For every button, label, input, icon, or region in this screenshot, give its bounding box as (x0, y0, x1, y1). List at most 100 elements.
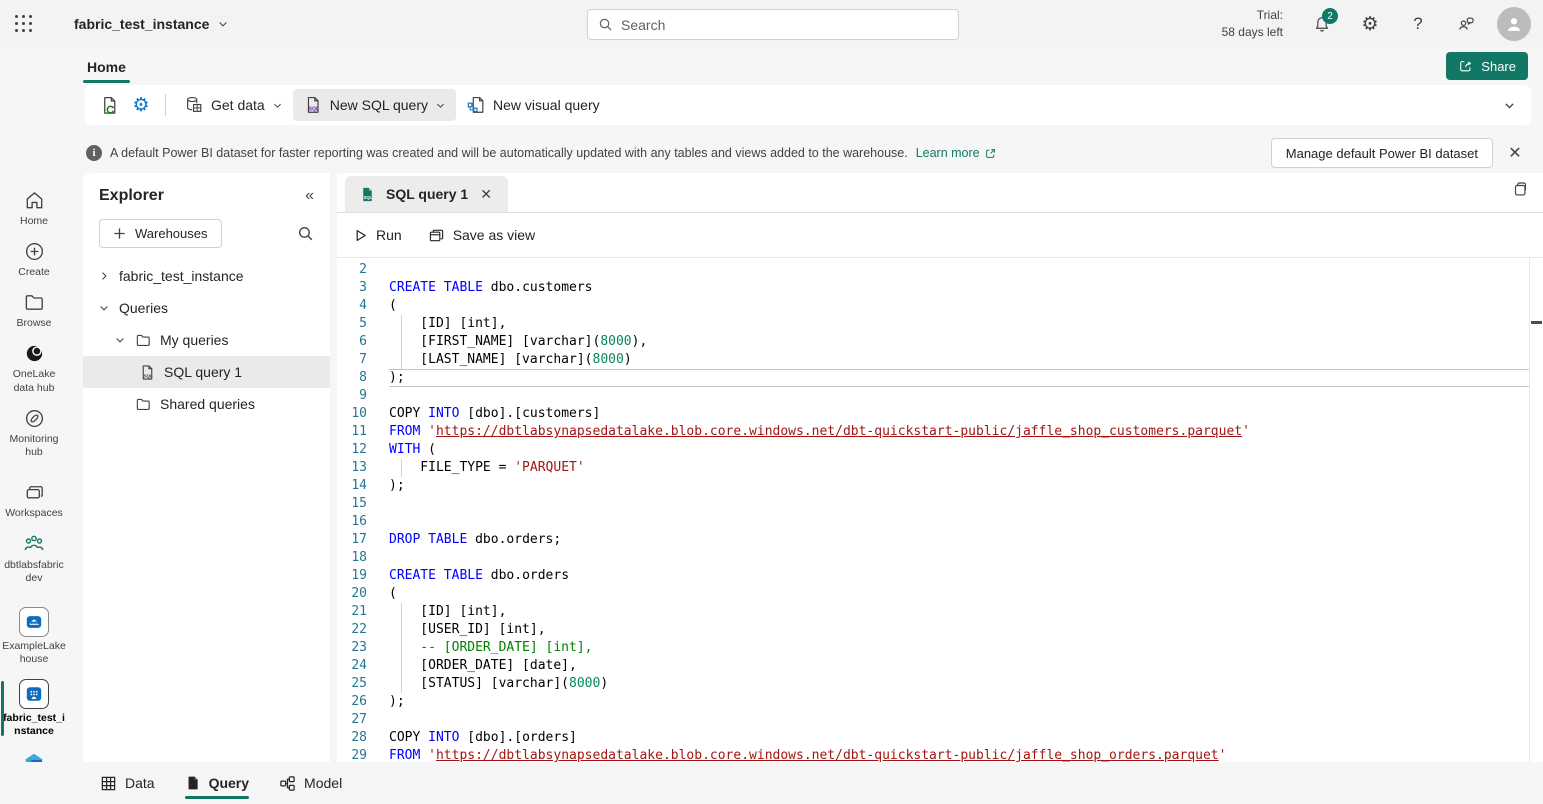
run-button[interactable]: Run (353, 227, 402, 243)
new-visual-query-button[interactable]: New visual query (456, 89, 610, 121)
help-button[interactable]: ? (1401, 7, 1435, 41)
refresh-button[interactable] (93, 89, 125, 121)
code-line[interactable]: [ID] [int], (389, 315, 1529, 333)
get-data-button[interactable]: Get data (174, 89, 293, 121)
code-line[interactable]: CREATE TABLE dbo.customers (389, 279, 1529, 297)
global-search[interactable] (587, 9, 959, 40)
tree-node-my-queries[interactable]: My queries (83, 324, 330, 356)
code-line[interactable]: WITH ( (389, 441, 1529, 459)
rail-item-dbtlabsfabricdev[interactable]: dbtlabsfabricdev (1, 526, 67, 591)
collapse-panel-icon[interactable]: « (305, 187, 314, 205)
code-line[interactable]: [STATUS] [varchar](8000) (389, 675, 1529, 693)
app-launcher-button[interactable] (0, 0, 48, 48)
rail-item-onelake-data-hub[interactable]: OneLake data hub (1, 336, 67, 400)
line-number: 16 (337, 513, 381, 531)
add-warehouses-button[interactable]: Warehouses (99, 219, 222, 248)
tree-node-queries[interactable]: Queries (83, 292, 330, 324)
code-line[interactable] (389, 513, 1529, 531)
code-line[interactable]: FROM 'https://dbtlabsynapsedatalake.blob… (389, 747, 1529, 762)
rail-item-monitoring-hub[interactable]: Monitoring hub (1, 401, 67, 465)
code-line[interactable]: CREATE TABLE dbo.orders (389, 567, 1529, 585)
code-line[interactable]: [USER_ID] [int], (389, 621, 1529, 639)
view-tab-data[interactable]: Data (100, 762, 155, 804)
editor-scrollbar[interactable] (1529, 258, 1543, 762)
svg-text:SQL: SQL (308, 106, 318, 112)
code-line[interactable] (389, 387, 1529, 405)
feedback-button[interactable] (1449, 7, 1483, 41)
close-tab-icon[interactable]: ✕ (478, 186, 494, 203)
line-number: 11 (337, 423, 381, 441)
line-number: 15 (337, 495, 381, 513)
sql-code-editor[interactable]: 2345678910111213141516171819202122232425… (337, 258, 1543, 762)
manage-dataset-button[interactable]: Manage default Power BI dataset (1271, 138, 1493, 168)
code-line[interactable]: ); (389, 477, 1529, 495)
rail-item-examplelakehouse[interactable]: ExampleLakehouse (1, 601, 67, 672)
model-diagram-icon (279, 775, 296, 792)
rail-item-create[interactable]: Create (1, 234, 67, 285)
settings-button[interactable]: ⚙ (1353, 7, 1387, 41)
code-line[interactable] (389, 495, 1529, 513)
search-input[interactable] (621, 17, 948, 33)
banner-close-icon[interactable]: ✕ (1501, 139, 1529, 167)
folder-icon (135, 396, 152, 413)
rail-item-home[interactable]: Home (1, 183, 67, 234)
tree-node-shared-queries[interactable]: Shared queries (83, 388, 330, 420)
save-as-view-button[interactable]: Save as view (428, 227, 535, 244)
cursor-position-marker (1531, 321, 1542, 324)
share-label: Share (1481, 59, 1516, 74)
external-link-icon (984, 147, 997, 160)
account-avatar[interactable] (1497, 7, 1531, 41)
copy-button[interactable] (1511, 181, 1529, 199)
view-tab-query[interactable]: Query (185, 762, 249, 804)
code-line[interactable]: ); (389, 693, 1529, 711)
workspace-switcher[interactable]: fabric_test_instance (74, 16, 229, 32)
line-number: 12 (337, 441, 381, 459)
code-line[interactable]: [FIRST_NAME] [varchar](8000), (389, 333, 1529, 351)
code-line[interactable]: [ORDER_DATE] [date], (389, 657, 1529, 675)
monitoring-icon (23, 407, 46, 430)
toolbar-divider (165, 94, 166, 116)
code-line[interactable] (389, 549, 1529, 567)
code-line[interactable]: DROP TABLE dbo.orders; (389, 531, 1529, 549)
tab-sql-query-1[interactable]: SQL SQL query 1 ✕ (345, 176, 508, 212)
code-line[interactable]: ( (389, 585, 1529, 603)
explorer-search-icon[interactable] (297, 225, 314, 242)
new-sql-query-button[interactable]: SQL New SQL query (293, 89, 456, 121)
tab-home[interactable]: Home (85, 53, 128, 81)
editor-code[interactable]: CREATE TABLE dbo.customers( [ID] [int], … (381, 258, 1529, 762)
rail-item-browse[interactable]: Browse (1, 285, 67, 336)
notifications-button[interactable]: 2 (1305, 7, 1339, 41)
gear-icon: ⚙ (1361, 15, 1378, 34)
work-area: Explorer « Warehouses fabric_test_in (68, 173, 1543, 762)
code-line[interactable]: -- [ORDER_DATE] [int], (389, 639, 1529, 657)
line-number: 28 (337, 729, 381, 747)
chevron-down-icon (97, 302, 111, 314)
code-line[interactable]: FROM 'https://dbtlabsynapsedatalake.blob… (389, 423, 1529, 441)
code-line[interactable]: ); (389, 369, 1529, 387)
rail-item-workspaces[interactable]: Workspaces (1, 475, 67, 526)
rail-item-fabric-test-instance[interactable]: fabric_test_instance (1, 673, 67, 744)
code-line[interactable]: COPY INTO [dbo].[orders] (389, 729, 1529, 747)
code-line[interactable]: [ID] [int], (389, 603, 1529, 621)
code-line[interactable]: FILE_TYPE = 'PARQUET' (389, 459, 1529, 477)
code-line[interactable] (389, 261, 1529, 279)
fabric-app: fabric_test_instance Trial: 58 days left… (0, 0, 1543, 804)
code-line[interactable]: ( (389, 297, 1529, 315)
ribbon-collapse-button[interactable] (1497, 93, 1521, 117)
workspace-people-icon (22, 532, 46, 556)
learn-more-link[interactable]: Learn more (916, 146, 997, 160)
sql-file-icon: SQL (139, 364, 156, 381)
view-tab-model[interactable]: Model (279, 762, 342, 804)
rail-item-data-warehouse[interactable]: Data Warehouse (1, 744, 67, 762)
code-line[interactable]: COPY INTO [dbo].[customers] (389, 405, 1529, 423)
share-icon (1458, 58, 1474, 74)
tree-node-sql-query-1[interactable]: SQL SQL query 1 (83, 356, 330, 388)
share-button[interactable]: Share (1446, 52, 1528, 80)
warehouse-settings-button[interactable]: ⚙ (125, 89, 157, 121)
svg-text:SQL: SQL (144, 373, 153, 378)
new-sql-query-label: New SQL query (330, 97, 428, 113)
tree-node-warehouse[interactable]: fabric_test_instance (83, 260, 330, 292)
save-as-view-label: Save as view (453, 227, 535, 243)
code-line[interactable]: [LAST_NAME] [varchar](8000) (389, 351, 1529, 369)
code-line[interactable] (389, 711, 1529, 729)
